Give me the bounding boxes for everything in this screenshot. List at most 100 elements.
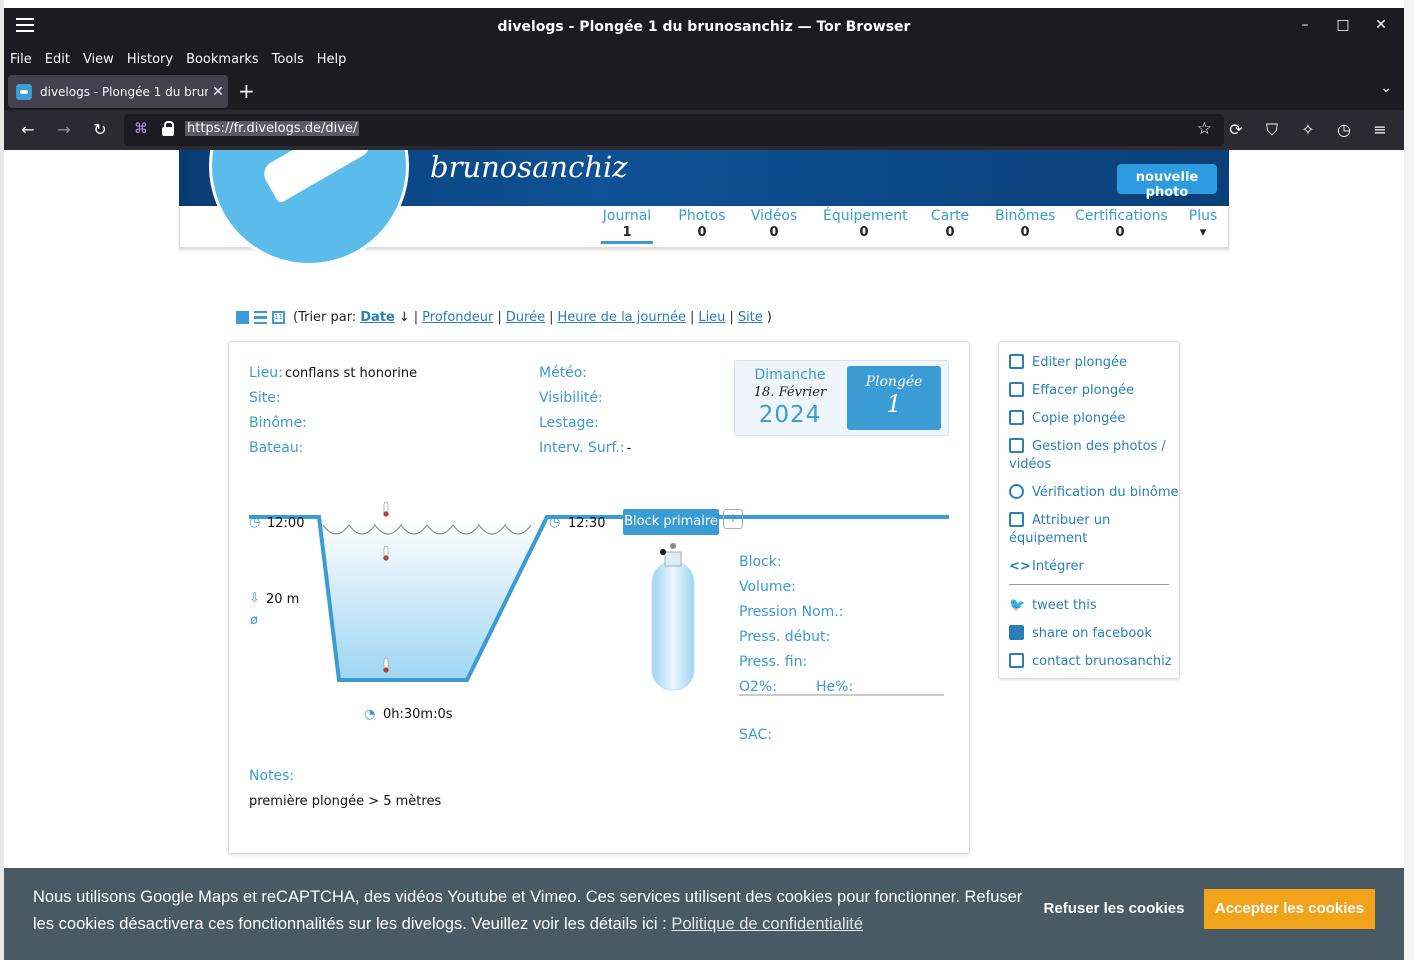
tab-more[interactable]: Plus ▾ (1187, 208, 1219, 240)
app-menu-icon[interactable]: ≡ (1369, 120, 1391, 139)
embed-link[interactable]: <>Intégrer (1009, 558, 1084, 576)
field-surface-interval: Interv. Surf.: - (539, 440, 631, 456)
tab-label: Photos (678, 208, 726, 224)
url-text[interactable]: https://fr.divelogs.de/dive/ (185, 121, 360, 136)
field-boat: Bateau: (249, 440, 305, 456)
average-depth-icon: ø (250, 613, 258, 628)
bookmark-star-icon[interactable]: ☆ (1197, 119, 1212, 139)
tab-photos[interactable]: Photos 0 (677, 208, 727, 240)
add-block-button[interactable]: + (723, 509, 743, 529)
contact-user-link[interactable]: contact brunosanchiz (1009, 653, 1172, 671)
field-label: Interv. Surf.: (539, 440, 625, 456)
new-identity-icon[interactable]: ⟳ (1225, 120, 1247, 139)
privacy-policy-link[interactable]: Politique de confidentialité (671, 915, 863, 933)
tab-equipment[interactable]: Équipement 0 (823, 208, 908, 240)
dive-number: 1 (886, 390, 902, 418)
minimize-button[interactable]: – (1295, 17, 1315, 33)
sort-site-link[interactable]: Site (738, 310, 763, 325)
buddy-check-link[interactable]: Vérification du binôme (1009, 484, 1179, 502)
tab-videos[interactable]: Vidéos 0 (750, 208, 798, 240)
tab-count: 1 (622, 225, 632, 240)
caret-down-icon: ▾ (1199, 225, 1207, 240)
field-label: Binôme: (249, 415, 307, 431)
edit-dive-link[interactable]: Editer plongée (1009, 354, 1127, 372)
menu-view[interactable]: View (83, 52, 114, 67)
field-site: Site: (249, 390, 283, 406)
sort-date-link[interactable]: Date (360, 310, 395, 325)
sort-time-of-day-link[interactable]: Heure de la journée (557, 310, 685, 325)
menu-file[interactable]: File (10, 52, 32, 67)
tab-close-icon[interactable]: ✕ (208, 84, 228, 100)
field-value: conflans st honorine (284, 366, 418, 381)
manage-photos-link[interactable]: Gestion des photos / vidéos (1009, 438, 1174, 474)
accept-cookies-button[interactable]: Accepter les cookies (1204, 889, 1375, 929)
list-view-icon[interactable] (254, 311, 267, 324)
dive-year: 2024 (758, 402, 822, 428)
new-tab-button[interactable]: + (238, 79, 255, 103)
copy-dive-link[interactable]: Copie plongée (1009, 410, 1125, 428)
link-label: tweet this (1032, 598, 1097, 613)
tab-count: 0 (859, 225, 869, 240)
url-bar[interactable]: ⌘ https://fr.divelogs.de/dive/ ☆ (124, 114, 1224, 146)
new-photo-button[interactable]: nouvelle photo (1117, 164, 1217, 200)
shield-icon[interactable]: ⛉ (1261, 120, 1283, 140)
field-label: Site: (249, 390, 281, 406)
tab-label: Vidéos (750, 208, 798, 224)
menu-help[interactable]: Help (317, 52, 347, 67)
navigation-bar: ← → ↻ ⌘ https://fr.divelogs.de/dive/ ☆ ⟳… (4, 110, 1404, 150)
window-title: divelogs - Plongée 1 du brunosanchiz — T… (497, 19, 911, 35)
sort-bar: 11 (Trier par: Date ↓ | Profondeur | Durée… (236, 310, 772, 325)
forward-arrow-icon[interactable]: → (53, 120, 75, 139)
facebook-share-link[interactable]: share on facebook (1009, 625, 1152, 643)
assign-equipment-link[interactable]: Attribuer un équipement (1009, 512, 1149, 548)
block-primary-button[interactable]: Block primaire (623, 509, 719, 535)
notes-text: première plongée > 5 mètres (249, 794, 442, 809)
menu-tools[interactable]: Tools (272, 52, 304, 67)
broom-icon[interactable]: ✧ (1297, 120, 1319, 139)
tab-label: Carte (930, 208, 970, 224)
sac-field: SAC: (739, 727, 772, 743)
delete-dive-link[interactable]: Effacer plongée (1009, 382, 1134, 400)
tweet-link[interactable]: 🐦 tweet this (1009, 597, 1097, 615)
sort-duration-link[interactable]: Durée (506, 310, 545, 325)
tab-certifications[interactable]: Certifications 0 (1075, 208, 1168, 240)
tab-buddies[interactable]: Binômes 0 (995, 208, 1055, 240)
refuse-cookies-button[interactable]: Refuser les cookies (1034, 900, 1194, 917)
profile-avatar[interactable] (209, 150, 409, 266)
field-label: Visibilité: (539, 390, 603, 406)
sort-location-link[interactable]: Lieu (698, 310, 725, 325)
tab-strip: divelogs - Plongée 1 du brunos ✕ + ⌄ (4, 72, 1404, 110)
chevron-down-icon[interactable]: ⌄ (1380, 80, 1392, 96)
menu-edit[interactable]: Edit (45, 52, 70, 67)
back-arrow-icon[interactable]: ← (17, 120, 39, 139)
o2-field: O2%: (739, 679, 777, 695)
single-view-icon[interactable] (236, 311, 249, 324)
maximize-button[interactable]: □ (1333, 17, 1353, 33)
embed-icon: <> (1009, 559, 1031, 574)
reload-icon[interactable]: ↻ (89, 120, 111, 139)
tab-journal[interactable]: Journal 1 (601, 208, 653, 244)
lock-icon[interactable] (162, 121, 174, 136)
link-label: Vérification du binôme (1032, 485, 1179, 500)
menu-history[interactable]: History (127, 52, 173, 67)
link-label: Intégrer (1032, 559, 1084, 574)
cookie-consent-banner: Nous utilisons Google Maps et reCAPTCHA,… (4, 868, 1404, 960)
diver-silhouette-icon (259, 150, 375, 204)
tab-count: 0 (769, 225, 779, 240)
menu-bookmarks[interactable]: Bookmarks (186, 52, 259, 67)
history-icon[interactable]: ◷ (1333, 120, 1355, 139)
close-window-button[interactable]: ✕ (1371, 17, 1391, 33)
link-label: Attribuer un équipement (1009, 513, 1111, 546)
desktop-right-edge (1404, 0, 1414, 960)
calendar-view-icon[interactable]: 11 (272, 311, 285, 324)
onion-circuit-icon[interactable]: ⌘ (134, 121, 148, 137)
stopwatch-icon: ◔ (364, 707, 376, 722)
cookie-text: Nous utilisons Google Maps et reCAPTCHA,… (33, 888, 1023, 933)
sort-depth-link[interactable]: Profondeur (422, 310, 493, 325)
tab-map[interactable]: Carte 0 (929, 208, 971, 240)
link-label: contact brunosanchiz (1032, 654, 1172, 669)
dive-duration: 0h:30m:0s (383, 707, 453, 722)
hamburger-icon[interactable] (16, 18, 34, 34)
dive-number-label: Plongée (865, 374, 923, 390)
tab-divelogs[interactable]: divelogs - Plongée 1 du brunos ✕ (8, 75, 228, 108)
